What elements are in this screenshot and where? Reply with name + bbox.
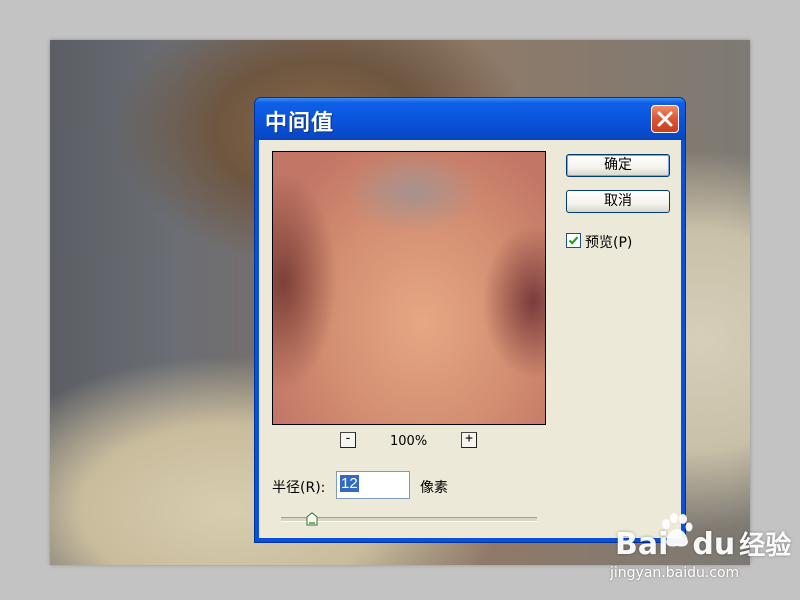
filter-preview[interactable] <box>272 151 546 425</box>
zoom-level: 100% <box>390 434 428 449</box>
baidu-paw-icon <box>662 513 693 547</box>
radius-label: 半径(R): <box>272 480 326 496</box>
median-filter-dialog: 中间值 - 100% + 确定 取消 预览(P) 半径(R): 12 像素 <box>254 97 686 543</box>
checkmark-icon <box>568 236 579 245</box>
watermark-url: jingyan.baidu.com <box>610 565 740 581</box>
preview-checkbox[interactable] <box>566 233 581 248</box>
zoom-in-button[interactable]: + <box>461 432 477 448</box>
zoom-out-button[interactable]: - <box>340 432 356 448</box>
dialog-title: 中间值 <box>265 111 335 136</box>
radius-unit: 像素 <box>420 480 448 496</box>
slider-thumb-icon[interactable] <box>306 512 318 526</box>
preview-label: 预览(P) <box>585 235 633 251</box>
radius-slider-track[interactable] <box>281 517 537 522</box>
baidu-watermark-logo: Bai du 经验 <box>615 527 792 562</box>
close-button[interactable] <box>651 105 679 133</box>
radius-input[interactable]: 12 <box>336 471 410 499</box>
cancel-button[interactable]: 取消 <box>566 190 670 213</box>
dialog-body: - 100% + 确定 取消 预览(P) 半径(R): 12 像素 <box>259 140 681 538</box>
dialog-titlebar[interactable]: 中间值 <box>255 98 685 140</box>
ok-button[interactable]: 确定 <box>566 154 670 177</box>
close-icon <box>657 111 673 127</box>
radius-value: 12 <box>340 475 359 492</box>
